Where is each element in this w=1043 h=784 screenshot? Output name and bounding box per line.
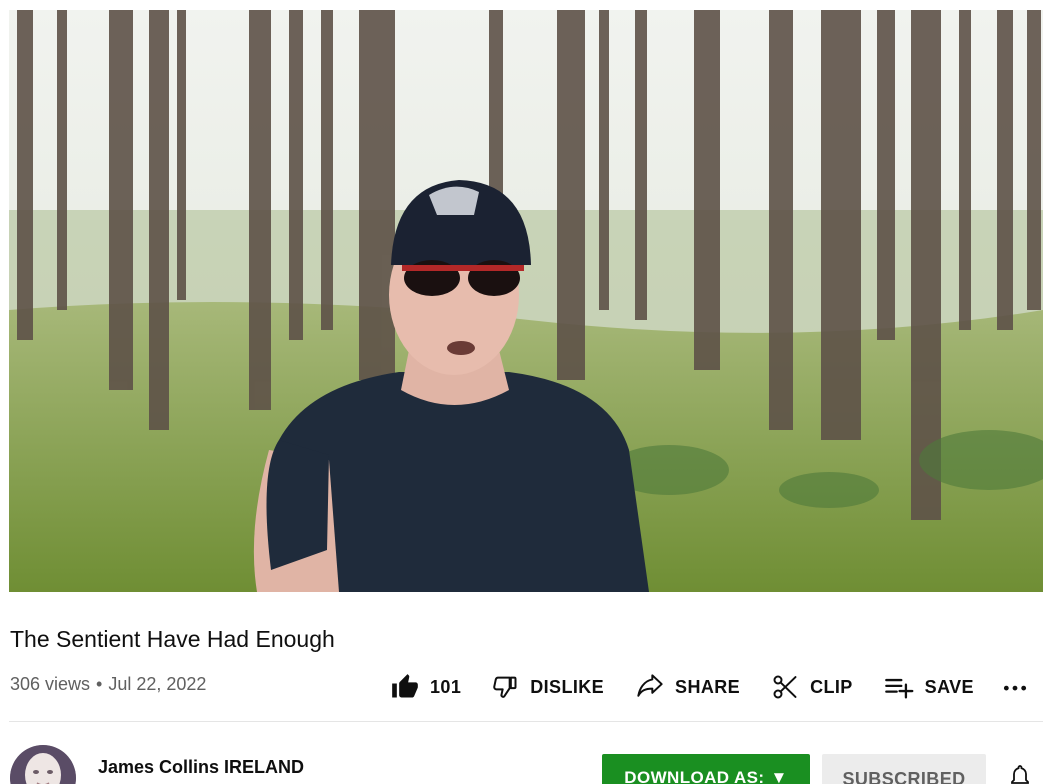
subscribed-label: SUBSCRIBED (842, 769, 966, 784)
like-count: 101 (430, 676, 462, 697)
video-actions: 101 DISLIKE SHARE CLIP SAVE (390, 668, 1028, 706)
clip-label: CLIP (810, 676, 853, 697)
share-label: SHARE (675, 676, 741, 697)
scissors-icon (773, 675, 797, 699)
download-arrow: ▼ (770, 768, 788, 784)
thumb-down-icon (493, 676, 517, 698)
clip-button[interactable]: CLIP (771, 668, 853, 706)
meta-separator: • (96, 674, 103, 694)
more-horizontal-icon (1003, 685, 1027, 691)
subscribed-button[interactable]: SUBSCRIBED (822, 754, 986, 784)
dislike-button[interactable]: DISLIKE (491, 668, 604, 706)
notification-bell-button[interactable] (1008, 764, 1032, 784)
upload-date: Jul 22, 2022 (108, 674, 207, 694)
video-title: The Sentient Have Had Enough (10, 626, 335, 652)
save-button[interactable]: SAVE (884, 668, 974, 706)
channel-avatar[interactable] (10, 745, 76, 784)
download-label: DOWNLOAD AS: (624, 768, 765, 784)
thumb-up-icon (392, 674, 418, 698)
like-button[interactable]: 101 (391, 668, 461, 706)
dislike-label: DISLIKE (530, 676, 605, 697)
watch-page: The Sentient Have Had Enough 306 views • J… (0, 0, 1043, 784)
video-meta: 306 views • Jul 22, 2022 (10, 672, 206, 696)
playlist-add-icon (884, 678, 914, 699)
divider (9, 721, 1043, 722)
bell-icon (1011, 765, 1029, 784)
share-button[interactable]: SHARE (636, 668, 740, 706)
video-frame-image (9, 10, 1043, 592)
channel-name[interactable]: James Collins IRELAND (98, 756, 304, 778)
video-player[interactable] (9, 10, 1043, 592)
more-actions-button[interactable] (1002, 668, 1028, 706)
download-as-button[interactable]: DOWNLOAD AS: ▼ (602, 754, 810, 784)
avatar-image (10, 745, 76, 784)
view-count: 306 views (10, 674, 91, 694)
share-arrow-icon (637, 674, 663, 697)
save-label: SAVE (924, 676, 974, 697)
